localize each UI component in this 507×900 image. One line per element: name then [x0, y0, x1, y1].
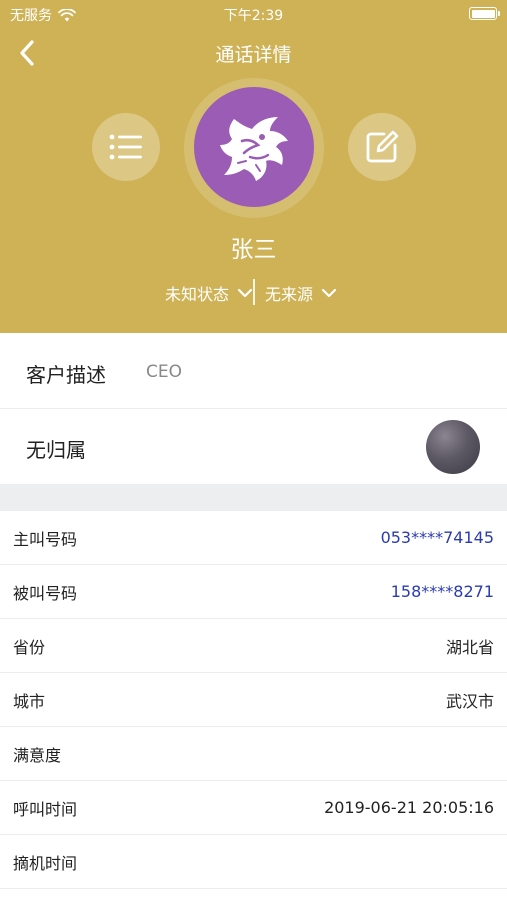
edit-icon	[366, 130, 399, 163]
call-list-button[interactable]	[92, 113, 160, 181]
detail-label: 呼叫时间	[13, 799, 78, 819]
detail-row-city: 城市 武汉市	[0, 673, 507, 727]
owner-label: 无归属	[26, 438, 86, 462]
detail-label: 被叫号码	[13, 583, 78, 603]
contact-avatar	[194, 87, 314, 207]
detail-value: 2019-06-21 20:05:16	[324, 798, 494, 817]
detail-label: 摘机时间	[13, 853, 78, 873]
detail-value: 湖北省	[445, 637, 494, 657]
caller-number-link[interactable]: 053****74145	[381, 528, 494, 547]
contact-name: 张三	[230, 237, 277, 263]
source-label: 无来源	[265, 285, 314, 304]
description-value: CEO	[146, 362, 182, 382]
list-icon	[109, 134, 142, 160]
detail-row-call-time: 呼叫时间 2019-06-21 20:05:16	[0, 781, 507, 835]
dragon-logo-icon	[220, 117, 288, 181]
detail-row-pickup-time: 摘机时间	[0, 835, 507, 889]
call-detail-header: 无服务 下午2:39 通话详情 张三 未知状态 无来源	[0, 0, 507, 333]
detail-row-province: 省份 湖北省	[0, 619, 507, 673]
edit-button[interactable]	[348, 113, 416, 181]
chevron-down-icon	[237, 288, 253, 298]
detail-value: 武汉市	[445, 691, 494, 711]
detail-label: 满意度	[13, 745, 62, 765]
customer-description-row[interactable]: 客户描述 CEO	[0, 333, 507, 409]
chevron-down-icon	[321, 288, 337, 298]
detail-row-satisfaction: 满意度	[0, 727, 507, 781]
detail-label: 主叫号码	[13, 529, 78, 549]
detail-row-caller: 主叫号码 053****74145	[0, 511, 507, 565]
page-title: 通话详情	[215, 44, 292, 66]
owner-row[interactable]: 无归属	[0, 409, 507, 484]
detail-row-callee: 被叫号码 158****8271	[0, 565, 507, 619]
description-label: 客户描述	[26, 363, 106, 387]
detail-label: 省份	[13, 637, 46, 657]
section-separator	[0, 484, 507, 511]
status-time: 下午2:39	[223, 8, 284, 24]
callee-number-link[interactable]: 158****8271	[391, 582, 494, 601]
battery-icon	[469, 7, 500, 20]
status-bar: 无服务 下午2:39	[0, 0, 507, 28]
detail-label: 城市	[13, 691, 46, 711]
status-dropdown[interactable]: 未知状态	[165, 281, 253, 305]
call-details-list: 主叫号码 053****74145 被叫号码 158****8271 省份 湖北…	[0, 511, 507, 889]
owner-avatar[interactable]	[426, 420, 480, 474]
status-label: 未知状态	[164, 285, 229, 304]
selector-divider	[253, 279, 255, 305]
source-dropdown[interactable]: 无来源	[265, 281, 337, 305]
